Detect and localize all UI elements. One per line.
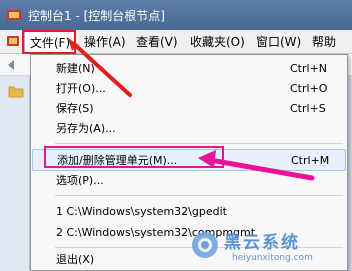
watermark-logo-icon (192, 232, 218, 258)
menu-item-shortcut: Ctrl+S (290, 102, 326, 115)
menu-item-label: 保存(S) (56, 102, 94, 115)
mmc-menu-icon[interactable] (6, 34, 20, 48)
menu-item-add-remove-snapin[interactable]: 添加/删除管理单元(M)... Ctrl+M (32, 149, 346, 171)
menu-item-label: 另存为(A)... (56, 122, 116, 135)
menu-item-shortcut: Ctrl+O (290, 82, 328, 95)
menu-view[interactable]: 查看(V) (136, 30, 178, 54)
menu-bar: 文件(F) 操作(A) 查看(V) 收藏夹(O) 窗口(W) 帮助(H) (0, 30, 352, 73)
back-arrow-icon[interactable] (4, 57, 20, 73)
menu-favorites[interactable]: 收藏夹(O) (190, 30, 245, 54)
menu-action[interactable]: 操作(A) (84, 30, 126, 54)
menu-item-label: 1 C:\Windows\system32\gpedit (56, 205, 227, 218)
menu-separator (55, 143, 343, 144)
window-title: 控制台1 - [控制台根节点] (28, 8, 165, 23)
menu-item-new[interactable]: 新建(N) Ctrl+N (32, 58, 346, 80)
menu-item-label: 退出(X) (56, 253, 95, 266)
folder-icon[interactable] (8, 84, 24, 98)
menu-separator (55, 195, 343, 196)
menu-item-open[interactable]: 打开(O)... Ctrl+O (32, 78, 346, 100)
menu-item-label: 选项(P)... (56, 174, 104, 187)
console-tree-pane (0, 76, 30, 271)
title-bar: 控制台1 - [控制台根节点] (0, 0, 352, 30)
menu-item-shortcut: Ctrl+M (291, 154, 330, 167)
menu-item-options[interactable]: 选项(P)... (32, 170, 346, 192)
file-dropdown-menu: 新建(N) Ctrl+N 打开(O)... Ctrl+O 保存(S) Ctrl+… (30, 54, 348, 271)
mmc-app-icon (6, 7, 22, 23)
menu-item-label: 打开(O)... (56, 82, 106, 95)
menu-item-recent-1[interactable]: 1 C:\Windows\system32\gpedit (32, 201, 346, 223)
menu-window[interactable]: 窗口(W) (256, 30, 301, 54)
menu-help[interactable]: 帮助(H) (312, 30, 352, 73)
watermark-title: 黑云系统 (224, 233, 300, 253)
watermark-url: heiyunxitong.com (232, 253, 313, 263)
menu-file[interactable]: 文件(F) (24, 30, 76, 54)
menu-item-label: 新建(N) (56, 62, 95, 75)
menu-item-save-as[interactable]: 另存为(A)... (32, 118, 346, 140)
menu-item-label: 添加/删除管理单元(M)... (57, 154, 178, 167)
menu-item-shortcut: Ctrl+N (290, 62, 328, 75)
menu-item-save[interactable]: 保存(S) Ctrl+S (32, 98, 346, 120)
